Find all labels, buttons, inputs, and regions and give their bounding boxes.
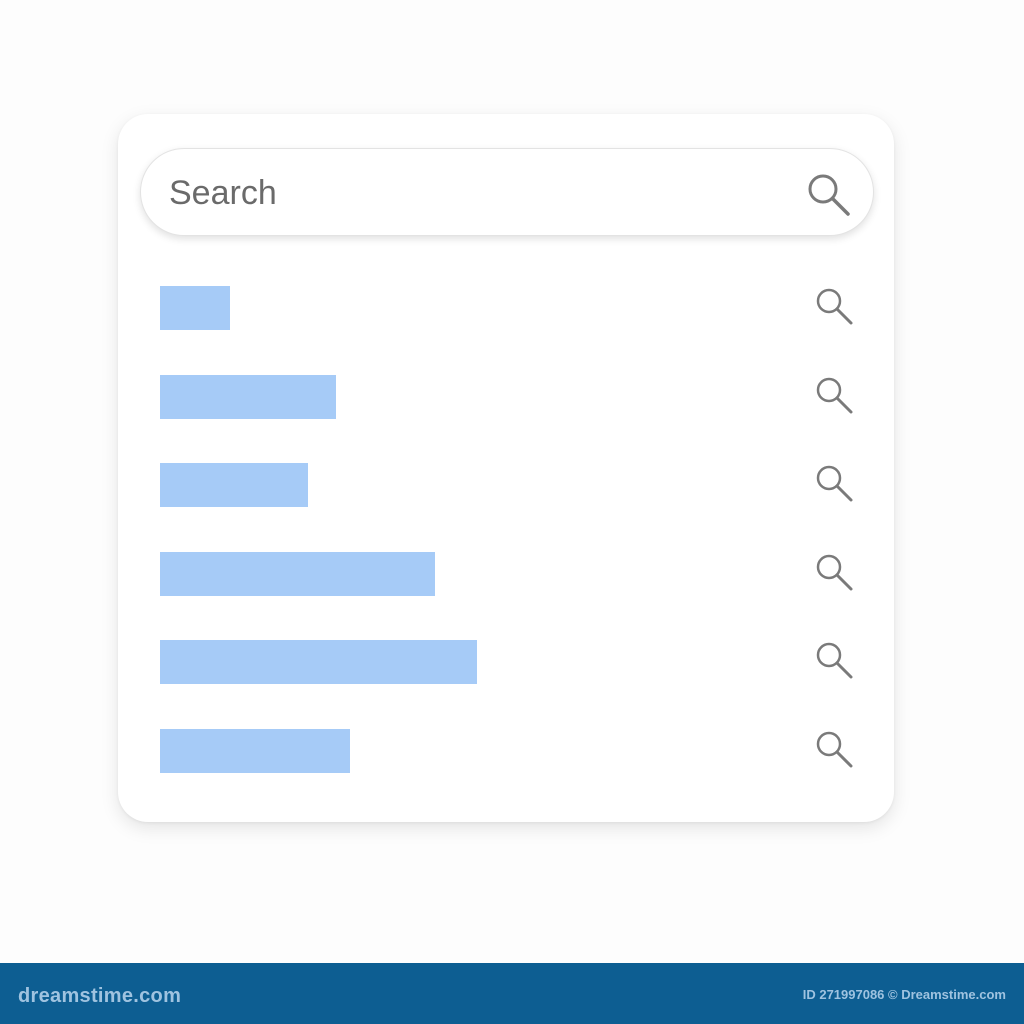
search-input[interactable] bbox=[169, 167, 769, 219]
search-icon[interactable] bbox=[812, 727, 856, 771]
suggestion-item[interactable] bbox=[160, 638, 864, 686]
suggestion-text-placeholder bbox=[160, 463, 308, 507]
suggestion-text-placeholder bbox=[160, 729, 350, 773]
search-dropdown-panel bbox=[118, 114, 894, 822]
search-bar[interactable] bbox=[140, 148, 874, 236]
search-icon[interactable] bbox=[812, 461, 856, 505]
suggestion-item[interactable] bbox=[160, 461, 864, 509]
suggestion-item[interactable] bbox=[160, 373, 864, 421]
search-icon[interactable] bbox=[812, 284, 856, 328]
suggestion-item[interactable] bbox=[160, 284, 864, 332]
search-icon[interactable] bbox=[812, 373, 856, 417]
watermark-brand: dreamstime.com bbox=[18, 985, 182, 1007]
suggestion-text-placeholder bbox=[160, 375, 336, 419]
suggestion-item[interactable] bbox=[160, 727, 864, 775]
search-icon[interactable] bbox=[812, 550, 856, 594]
suggestion-text-placeholder bbox=[160, 286, 230, 330]
suggestion-item[interactable] bbox=[160, 550, 864, 598]
watermark-credit: ID 271997086 © Dreamstime.com bbox=[802, 987, 1006, 1002]
search-icon[interactable] bbox=[803, 169, 853, 219]
search-icon[interactable] bbox=[812, 638, 856, 682]
suggestion-text-placeholder bbox=[160, 640, 477, 684]
watermark-footer: dreamstime.com ID 271997086 © Dreamstime… bbox=[0, 963, 1024, 1024]
page: dreamstime.com ID 271997086 © Dreamstime… bbox=[0, 0, 1024, 1024]
suggestion-text-placeholder bbox=[160, 552, 435, 596]
